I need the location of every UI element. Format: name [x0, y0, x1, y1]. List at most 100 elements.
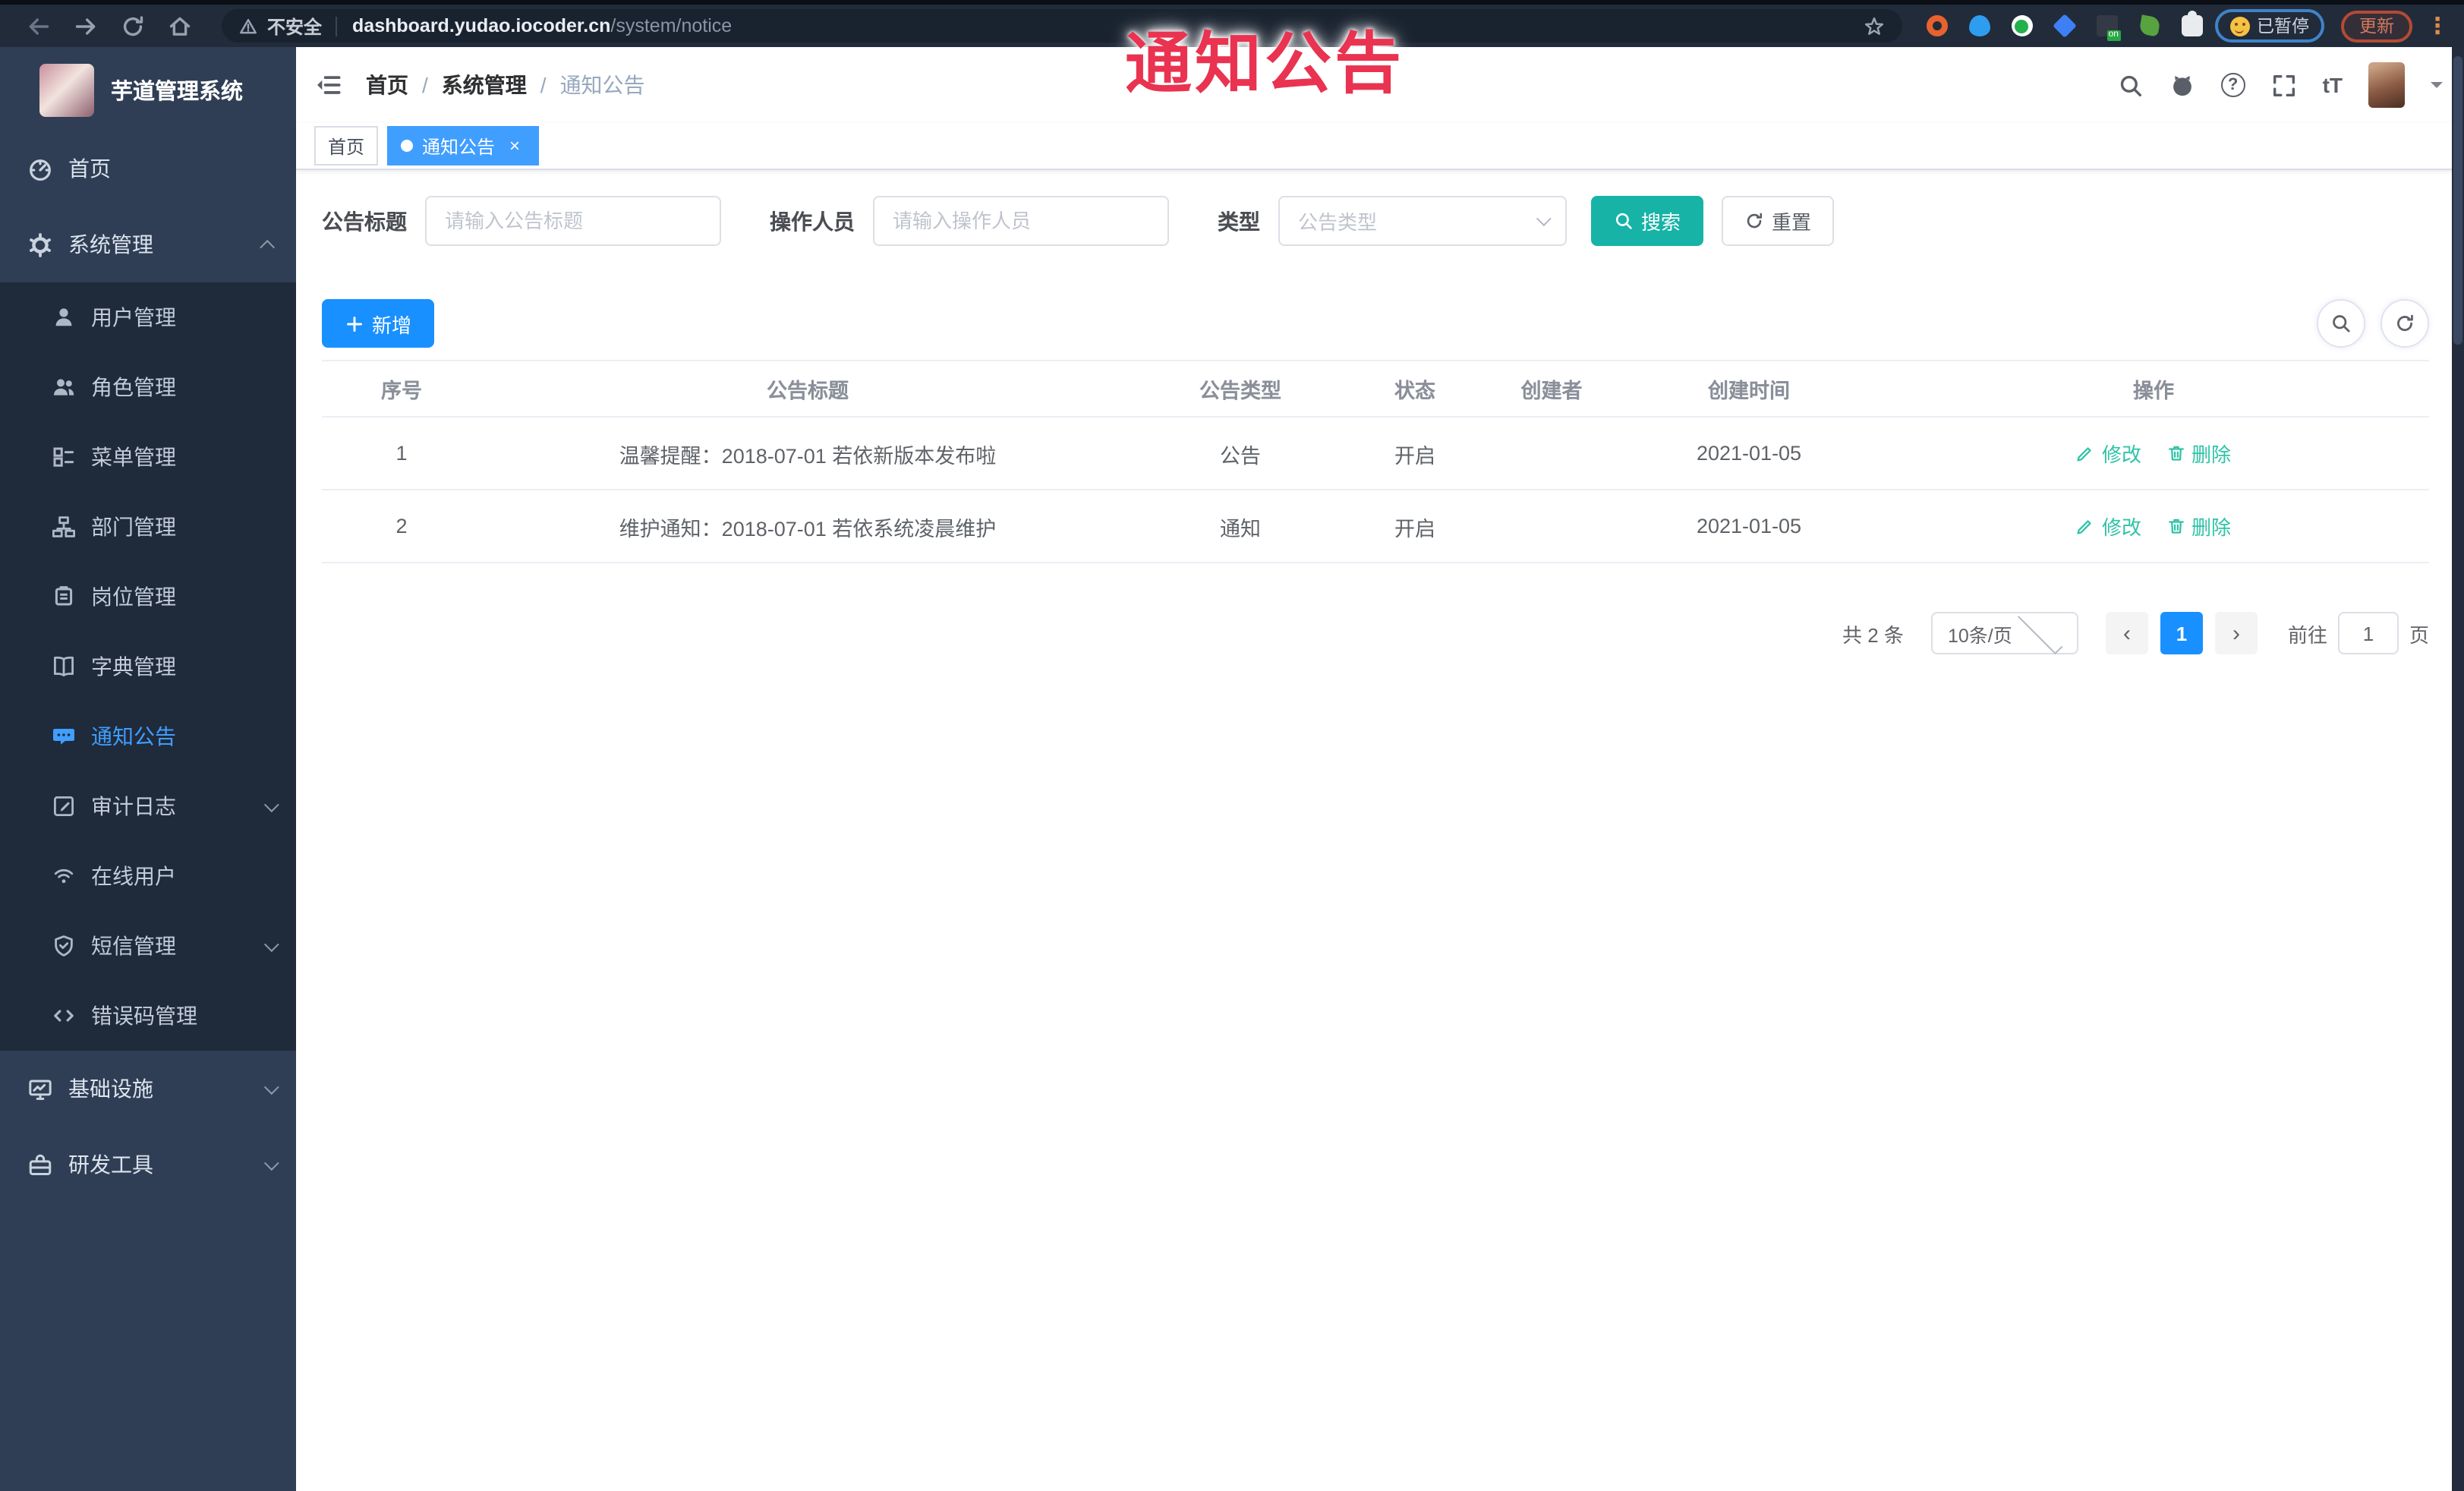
column-header-created: 创建时间 [1620, 360, 1878, 418]
users-icon [52, 375, 76, 399]
browser-update-button[interactable]: 更新 [2341, 10, 2412, 42]
notice-table: 序号 公告标题 公告类型 状态 创建者 创建时间 操作 1 温馨提醒：2018-… [322, 360, 2429, 563]
reload-icon[interactable] [120, 13, 146, 39]
search-icon[interactable] [2118, 72, 2144, 98]
type-filter-select[interactable]: 公告类型 [1278, 196, 1567, 246]
title-filter-label: 公告标题 [322, 209, 407, 233]
home-icon[interactable] [167, 13, 193, 39]
extension-green-circle-icon[interactable] [2011, 15, 2032, 36]
help-icon[interactable] [2220, 73, 2245, 97]
chevron-down-icon [263, 1079, 279, 1095]
shield-icon [52, 934, 76, 958]
title-filter-input[interactable] [425, 196, 721, 246]
toggle-search-button[interactable] [2317, 299, 2365, 348]
extension-on-badge-icon[interactable] [2096, 15, 2120, 41]
fullscreen-icon[interactable] [2271, 72, 2297, 98]
active-tag-dot [401, 140, 414, 152]
edit-link[interactable]: 修改 [2076, 439, 2141, 468]
extension-blue-drop-icon[interactable] [1968, 15, 1990, 36]
sidebar-item-audit-log[interactable]: 审计日志 [0, 771, 296, 841]
app-title: 芋道管理系统 [111, 80, 243, 105]
sidebar-item-departments[interactable]: 部门管理 [0, 492, 296, 562]
reset-button[interactable]: 重置 [1722, 196, 1835, 246]
sidebar-item-notice[interactable]: 通知公告 [0, 701, 296, 771]
delete-link[interactable]: 删除 [2166, 439, 2231, 468]
breadcrumb-current: 通知公告 [559, 73, 645, 97]
table-toolbar: 新增 [322, 299, 2429, 348]
sidebar-fold-icon[interactable] [314, 71, 342, 99]
search-form: 公告标题 操作人员 类型 公告类型 搜索 重置 [322, 196, 2429, 246]
bookmark-star-icon[interactable] [1862, 14, 1885, 37]
scrollbar-thumb[interactable] [2453, 56, 2462, 345]
toolbox-icon [27, 1152, 53, 1177]
sidebar-item-label: 通知公告 [91, 724, 176, 749]
sidebar-item-dict[interactable]: 字典管理 [0, 632, 296, 701]
not-secure-warning-icon [238, 16, 258, 36]
avatar-caret-down-icon[interactable] [2431, 82, 2443, 94]
extensions-puzzle-icon[interactable] [2181, 11, 2202, 36]
sidebar-item-error-codes[interactable]: 错误码管理 [0, 981, 296, 1051]
cell-status: 开启 [1347, 490, 1483, 563]
search-icon [2330, 313, 2352, 334]
page-scrollbar[interactable] [2452, 47, 2464, 1491]
extension-leaf-icon[interactable] [2138, 14, 2160, 37]
refresh-icon [2394, 313, 2415, 334]
pencil-icon [2076, 443, 2096, 463]
next-page-button[interactable] [2214, 612, 2258, 654]
operator-filter-label: 操作人员 [770, 209, 855, 233]
sidebar-item-system[interactable]: 系统管理 [0, 206, 296, 282]
forward-icon[interactable] [73, 13, 99, 39]
sidebar-item-posts[interactable]: 岗位管理 [0, 562, 296, 632]
browser-window: 通知公告 不安全 dashboard.yudao.iocoder.cn/syst… [0, 0, 2464, 1491]
sidebar-item-home[interactable]: 首页 [0, 131, 296, 206]
github-icon[interactable] [2169, 72, 2195, 98]
sidebar-item-online-users[interactable]: 在线用户 [0, 841, 296, 911]
extension-orange-ring-icon[interactable] [1926, 15, 1947, 36]
chevron-up-icon [260, 238, 276, 254]
profile-paused-pill[interactable]: 已暂停 [2214, 9, 2324, 43]
sidebar-item-roles[interactable]: 角色管理 [0, 352, 296, 422]
tag-home[interactable]: 首页 [314, 126, 379, 165]
edit-link[interactable]: 修改 [2076, 512, 2141, 541]
sidebar-item-label: 角色管理 [91, 375, 176, 399]
goto-label: 前往 [2287, 623, 2327, 646]
tag-close-icon[interactable] [504, 135, 525, 156]
delete-link[interactable]: 删除 [2166, 512, 2231, 541]
add-button[interactable]: 新增 [322, 299, 435, 348]
refresh-table-button[interactable] [2381, 299, 2429, 348]
page-size-select[interactable]: 10条/页 [1930, 608, 2078, 654]
address-bar[interactable]: 不安全 dashboard.yudao.iocoder.cn/system/no… [222, 9, 1902, 43]
sidebar-item-sms[interactable]: 短信管理 [0, 911, 296, 981]
sidebar-item-label: 部门管理 [91, 515, 176, 539]
table-header-row: 序号 公告标题 公告类型 状态 创建者 创建时间 操作 [322, 360, 2429, 418]
tag-notice[interactable]: 通知公告 [387, 126, 540, 165]
menu-list-icon [52, 445, 76, 469]
page-number-button[interactable]: 1 [2160, 612, 2203, 654]
sidebar-item-users[interactable]: 用户管理 [0, 282, 296, 352]
sidebar-item-dev-tools[interactable]: 研发工具 [0, 1127, 296, 1203]
page-goto-input[interactable] [2337, 612, 2399, 654]
breadcrumb-system[interactable]: 系统管理 [442, 70, 527, 100]
tag-label: 通知公告 [422, 136, 496, 157]
url-host: dashboard.yudao.iocoder.cn [352, 15, 611, 36]
sidebar-item-menus[interactable]: 菜单管理 [0, 422, 296, 492]
back-icon[interactable] [26, 13, 52, 39]
logo-avatar [39, 64, 94, 117]
breadcrumb-home[interactable]: 首页 [366, 70, 408, 100]
search-button[interactable]: 搜索 [1591, 196, 1704, 246]
operator-filter-input[interactable] [873, 196, 1169, 246]
cell-created: 2021-01-05 [1620, 417, 1878, 490]
prev-page-button[interactable] [2105, 612, 2148, 654]
sidebar-item-label: 基础设施 [68, 1076, 153, 1101]
reset-button-label: 重置 [1772, 211, 1812, 234]
pagination: 共 2 条 10条/页 1 前往 页 [322, 608, 2429, 654]
sidebar-item-label: 系统管理 [68, 232, 153, 257]
online-icon [52, 864, 76, 888]
sidebar-item-infrastructure[interactable]: 基础设施 [0, 1051, 296, 1127]
cell-status: 开启 [1347, 417, 1483, 490]
extension-blue-diamond-icon[interactable] [2052, 14, 2076, 38]
font-size-icon[interactable] [2323, 73, 2343, 97]
user-avatar[interactable] [2368, 62, 2405, 108]
browser-menu-icon[interactable] [2426, 11, 2449, 40]
type-select-placeholder: 公告类型 [1298, 211, 1378, 234]
